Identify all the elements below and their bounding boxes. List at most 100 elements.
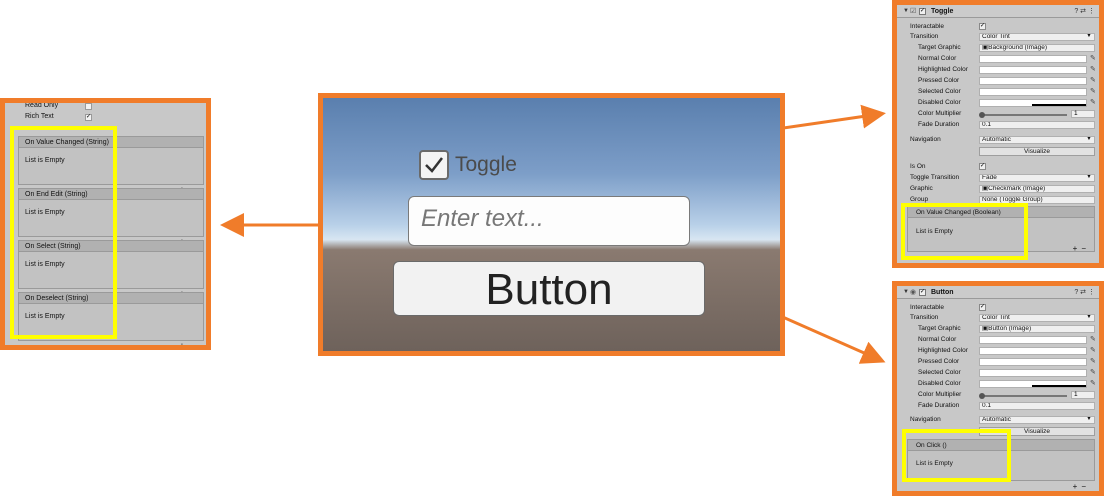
checkmark-icon — [425, 157, 443, 173]
target-graphic-field[interactable]: ▣Background (Image) — [979, 44, 1095, 52]
interactable-checkbox[interactable]: ✓ — [979, 23, 986, 30]
navigation-dropdown[interactable]: Automatic ▼ — [979, 136, 1095, 144]
eyedropper-icon[interactable]: ✎ — [1090, 54, 1096, 62]
selected-color-swatch[interactable] — [979, 88, 1087, 96]
eyedropper-icon[interactable]: ✎ — [1090, 357, 1096, 365]
eyedropper-icon[interactable]: ✎ — [1090, 87, 1096, 95]
main-button[interactable]: Button — [393, 261, 705, 316]
target-graphic-field[interactable]: ▣Button (Image) — [979, 325, 1095, 333]
rich-text-label: Rich Text — [25, 113, 54, 120]
remove-listener-button[interactable]: − — [1081, 244, 1090, 253]
foldout-icon[interactable]: ▼ — [903, 8, 909, 14]
foldout-icon[interactable]: ▼ — [903, 289, 909, 295]
header-menu-icons[interactable]: ? ⇄ ⋮ — [1074, 288, 1095, 296]
selected-color-swatch[interactable] — [979, 369, 1087, 377]
disabled-color-swatch[interactable] — [979, 99, 1087, 107]
navigation-label: Navigation — [910, 136, 941, 143]
color-multiplier-slider[interactable] — [981, 395, 1067, 397]
pressed-color-swatch[interactable] — [979, 77, 1087, 85]
event-title: On Value Changed (Boolean) — [908, 207, 1094, 218]
event-on-value-changed-boolean: On Value Changed (Boolean) List is Empty… — [907, 206, 1095, 253]
event-on-value-changed: On Value Changed (String) List is Empty … — [18, 136, 204, 194]
group-field[interactable]: None (Toggle Group) — [979, 196, 1095, 204]
event-empty-text: List is Empty — [916, 460, 953, 467]
normal-color-label: Normal Color — [918, 336, 957, 343]
transition-dropdown[interactable]: Color Tint ▼ — [979, 314, 1095, 322]
eyedropper-icon[interactable]: ✎ — [1090, 335, 1096, 343]
event-title: On End Edit (String) — [19, 189, 203, 200]
toggle-checkbox[interactable] — [419, 150, 449, 180]
visualize-button[interactable]: Visualize — [979, 147, 1095, 156]
navigation-label: Navigation — [910, 416, 941, 423]
dropdown-arrow-icon: ▼ — [1086, 314, 1092, 320]
remove-listener-button[interactable]: − — [189, 341, 199, 345]
component-title: Button — [931, 289, 954, 296]
transition-label: Transition — [910, 314, 939, 321]
component-header[interactable]: ▼ ☑ ✓ Toggle ? ⇄ ⋮ — [897, 5, 1099, 18]
fade-duration-field[interactable]: 0.1 — [979, 121, 1095, 129]
dropdown-arrow-icon: ▼ — [1086, 174, 1092, 180]
is-on-checkbox[interactable]: ✓ — [979, 163, 986, 170]
color-multiplier-value[interactable]: 1 — [1071, 110, 1095, 118]
highlighted-color-swatch[interactable] — [979, 347, 1087, 355]
transition-dropdown[interactable]: Color Tint ▼ — [979, 33, 1095, 41]
fade-duration-field[interactable]: 0.1 — [979, 402, 1095, 410]
navigation-dropdown[interactable]: Automatic ▼ — [979, 416, 1095, 424]
component-title: Toggle — [931, 8, 954, 15]
interactable-checkbox[interactable]: ✓ — [979, 304, 986, 311]
selected-color-label: Selected Color — [918, 88, 961, 95]
pressed-color-swatch[interactable] — [979, 358, 1087, 366]
disabled-color-swatch[interactable] — [979, 380, 1087, 388]
component-header[interactable]: ▼ ◉ ✓ Button ? ⇄ ⋮ — [897, 286, 1099, 299]
read-only-checkbox[interactable] — [85, 103, 92, 110]
target-graphic-label: Target Graphic — [918, 44, 961, 51]
read-only-label: Read Only — [25, 102, 59, 109]
pressed-color-label: Pressed Color — [918, 77, 960, 84]
color-multiplier-slider[interactable] — [981, 114, 1067, 116]
toggle-component-icon: ☑ — [910, 8, 917, 15]
component-enabled-checkbox[interactable]: ✓ — [919, 8, 926, 15]
normal-color-swatch[interactable] — [979, 336, 1087, 344]
slider-handle[interactable] — [979, 112, 985, 118]
group-label: Group — [910, 196, 929, 203]
eyedropper-icon[interactable]: ✎ — [1090, 379, 1096, 387]
eyedropper-icon[interactable]: ✎ — [1090, 76, 1096, 84]
event-empty-text: List is Empty — [25, 313, 65, 320]
target-graphic-label: Target Graphic — [918, 325, 961, 332]
input-field-events-panel: Read Only Rich Text ✓ On Value Changed (… — [0, 98, 211, 350]
eyedropper-icon[interactable]: ✎ — [1090, 65, 1096, 73]
toggle-transition-dropdown[interactable]: Fade ▼ — [979, 174, 1095, 182]
eyedropper-icon[interactable]: ✎ — [1090, 346, 1096, 354]
eyedropper-icon[interactable]: ✎ — [1090, 98, 1096, 106]
rich-text-checkbox[interactable]: ✓ — [85, 114, 92, 121]
visualize-button[interactable]: Visualize — [979, 427, 1095, 436]
graphic-field[interactable]: ▣Checkmark (Image) — [979, 185, 1095, 193]
header-menu-icons[interactable]: ? ⇄ ⋮ — [1074, 7, 1095, 15]
dropdown-arrow-icon: ▼ — [1086, 416, 1092, 422]
event-on-click: On Click () List is Empty +− — [907, 439, 1095, 491]
dropdown-arrow-icon: ▼ — [1086, 136, 1092, 142]
add-listener-button[interactable]: + — [180, 341, 190, 345]
slider-handle[interactable] — [979, 393, 985, 399]
event-title: On Deselect (String) — [19, 293, 203, 304]
text-input-field[interactable]: Enter text... — [408, 196, 690, 246]
color-multiplier-label: Color Multiplier — [918, 110, 962, 117]
event-on-deselect: On Deselect (String) List is Empty +− — [18, 292, 204, 345]
button-component-icon: ◉ — [910, 289, 917, 296]
graphic-label: Graphic — [910, 185, 933, 192]
game-view: Toggle Enter text... Button — [318, 93, 785, 356]
highlighted-color-label: Highlighted Color — [918, 66, 968, 73]
event-empty-text: List is Empty — [25, 157, 65, 164]
interactable-label: Interactable — [910, 304, 944, 311]
fade-duration-label: Fade Duration — [918, 121, 960, 128]
highlighted-color-swatch[interactable] — [979, 66, 1087, 74]
component-enabled-checkbox[interactable]: ✓ — [919, 289, 926, 296]
toggle-label[interactable]: Toggle — [455, 153, 517, 177]
remove-listener-button[interactable]: − — [1081, 482, 1090, 491]
pressed-color-label: Pressed Color — [918, 358, 960, 365]
color-multiplier-value[interactable]: 1 — [1071, 391, 1095, 399]
eyedropper-icon[interactable]: ✎ — [1090, 368, 1096, 376]
event-empty-text: List is Empty — [916, 228, 953, 235]
normal-color-swatch[interactable] — [979, 55, 1087, 63]
interactable-label: Interactable — [910, 23, 944, 30]
